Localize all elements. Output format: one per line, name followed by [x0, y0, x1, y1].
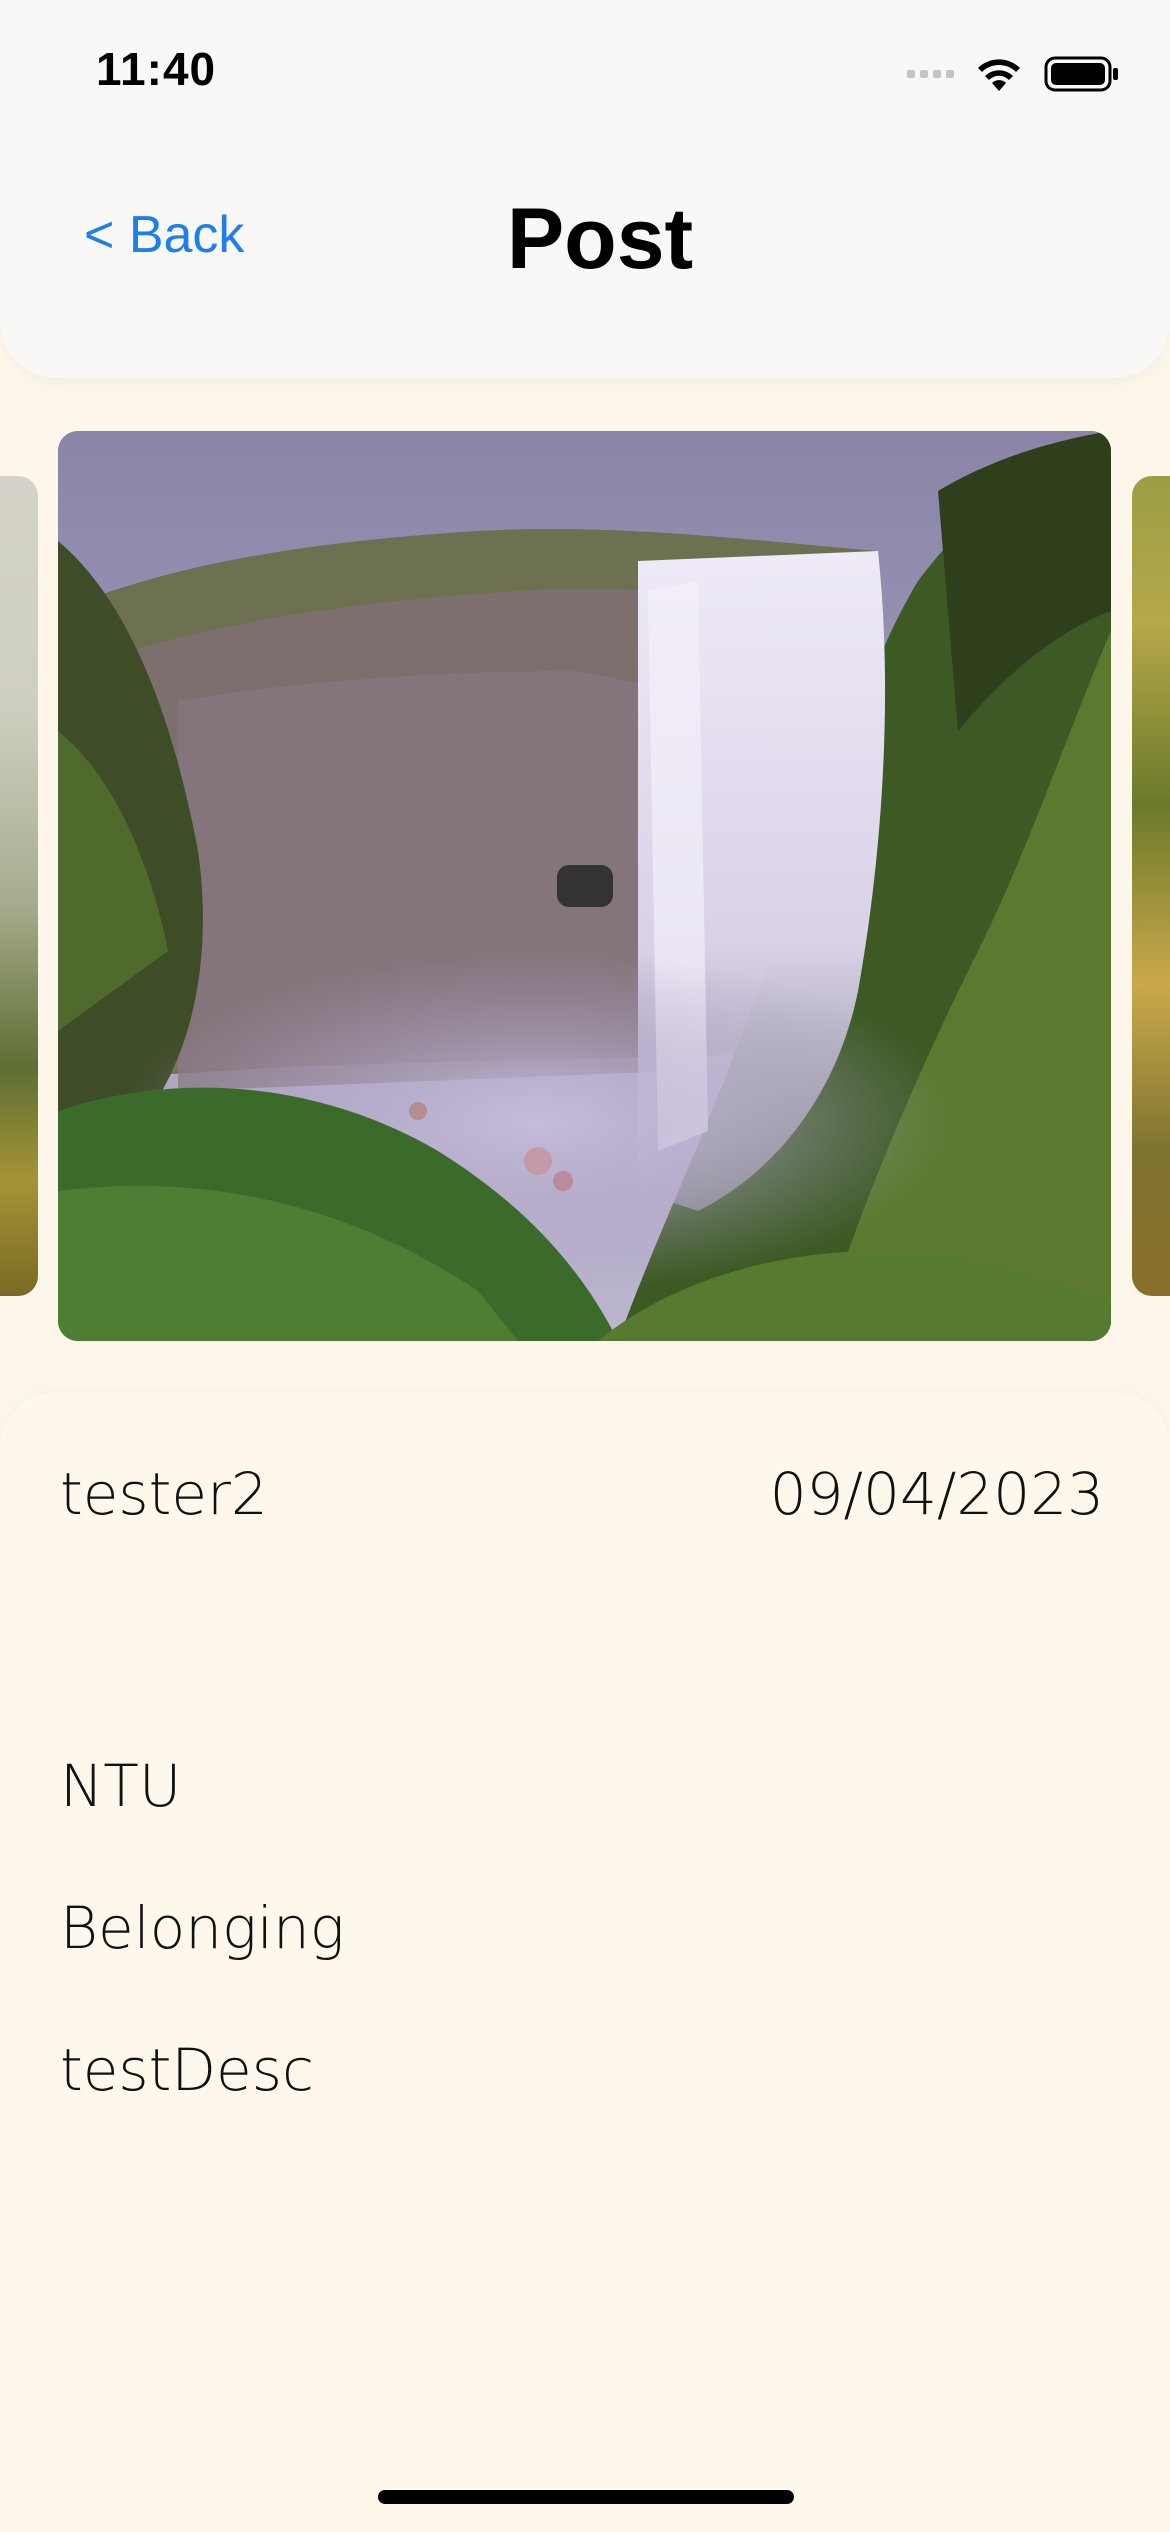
wifi-icon — [978, 59, 1020, 91]
home-indicator[interactable] — [378, 2490, 794, 2504]
post-category: Belonging — [60, 1894, 345, 1962]
status-time: 11:40 — [96, 43, 217, 95]
post-username: tester2 — [60, 1460, 268, 1528]
header-bar: 11:40 < Back Post — [0, 0, 1170, 378]
cellular-signal-icon — [907, 70, 954, 78]
carousel-page-indicator — [557, 865, 613, 907]
post-organization: NTU — [60, 1752, 182, 1820]
carousel-next-image[interactable] — [1132, 476, 1170, 1296]
page-title: Post — [506, 191, 694, 287]
post-description: testDesc — [60, 2036, 314, 2104]
post-details-card — [0, 1392, 1170, 2532]
status-icons — [907, 52, 1120, 96]
post-date: 09/04/2023 — [769, 1460, 1104, 1528]
carousel-prev-image[interactable] — [0, 476, 38, 1296]
post-screen: 11:40 < Back Post tester2 09/04/2023 NTU… — [0, 0, 1170, 2532]
battery-icon — [1044, 56, 1118, 92]
